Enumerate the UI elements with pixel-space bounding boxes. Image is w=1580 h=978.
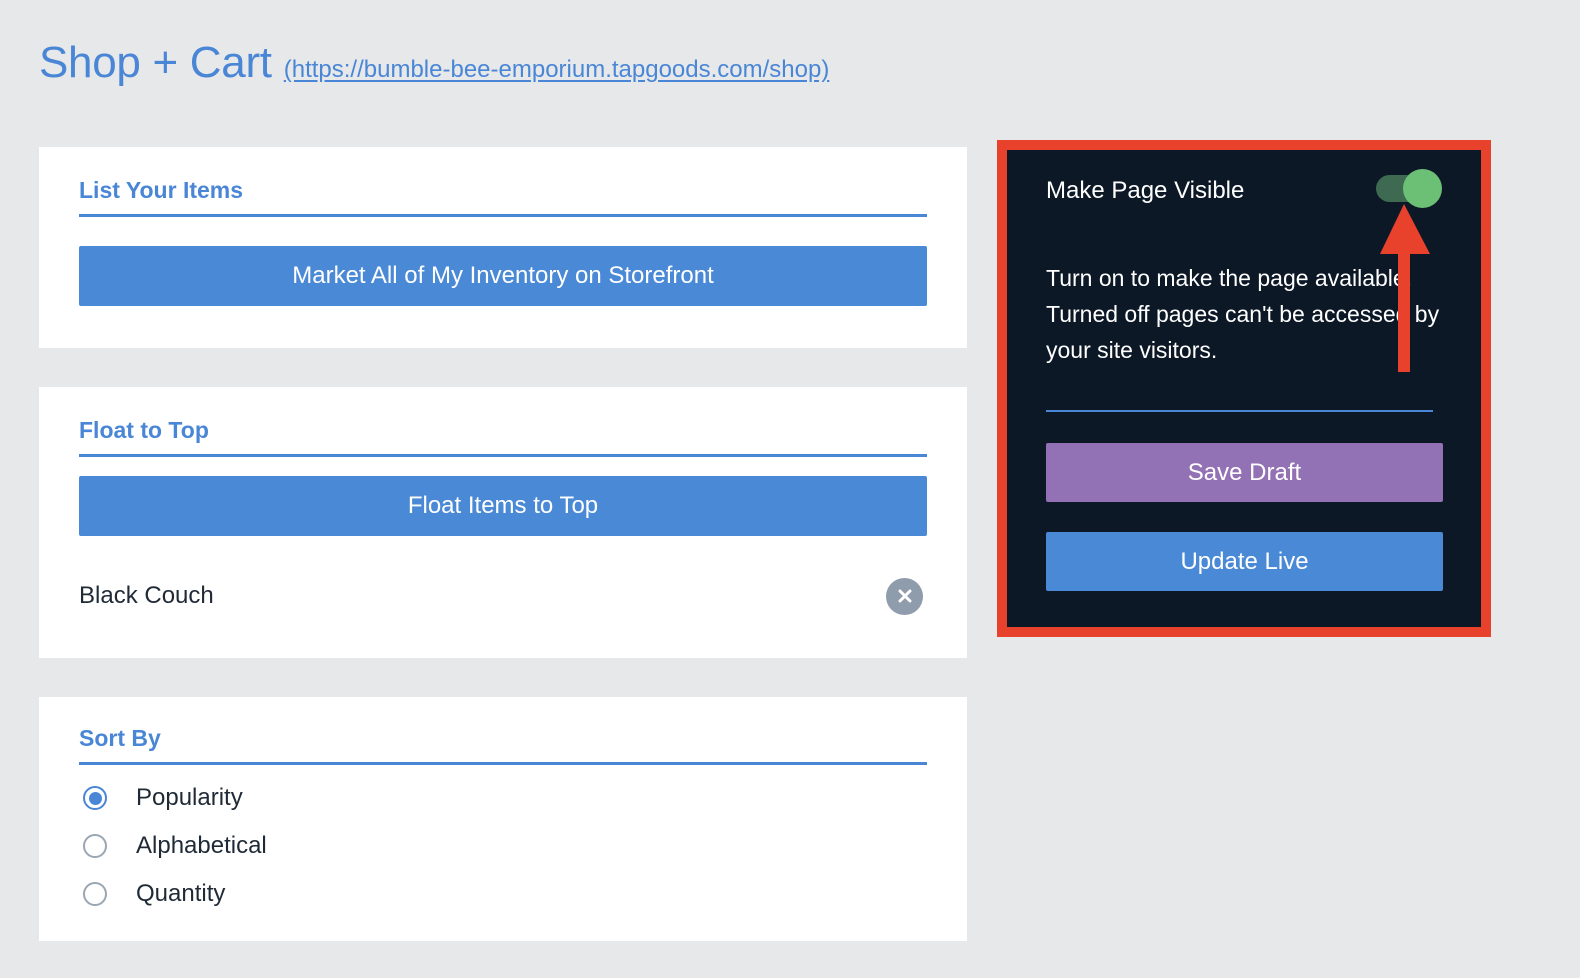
radio-checked-icon[interactable] [83, 786, 107, 810]
arrow-up-icon [1380, 204, 1430, 372]
sort-option-label: Quantity [136, 880, 226, 907]
list-items-card: List Your Items Market All of My Invento… [39, 147, 967, 348]
sort-by-card: Sort By Popularity Alphabetical Quantity [39, 697, 967, 941]
float-item-name: Black Couch [79, 582, 214, 609]
update-live-button[interactable]: Update Live [1046, 532, 1443, 591]
sort-option-alphabetical[interactable]: Alphabetical [79, 822, 927, 870]
float-to-top-card: Float to Top Float Items to Top Black Co… [39, 387, 967, 658]
radio-unchecked-icon[interactable] [83, 882, 107, 906]
sort-option-label: Alphabetical [136, 832, 267, 859]
sort-by-heading: Sort By [79, 697, 927, 765]
radio-unchecked-icon[interactable] [83, 834, 107, 858]
toggle-knob [1403, 169, 1442, 208]
float-to-top-heading: Float to Top [79, 387, 927, 457]
radio-dot [88, 791, 102, 805]
make-page-visible-label: Make Page Visible [1046, 177, 1245, 204]
sort-option-label: Popularity [136, 784, 243, 811]
page-header: Shop + Cart (https://bumble-bee-emporium… [39, 38, 829, 88]
float-items-button[interactable]: Float Items to Top [79, 476, 927, 536]
market-inventory-button[interactable]: Market All of My Inventory on Storefront [79, 246, 927, 306]
sort-option-popularity[interactable]: Popularity [79, 774, 927, 822]
panel-divider [1046, 410, 1433, 412]
shop-url-link[interactable]: (https://bumble-bee-emporium.tapgoods.co… [284, 56, 830, 84]
remove-item-button[interactable] [886, 577, 923, 615]
visibility-toggle-row: Make Page Visible [1046, 169, 1446, 209]
list-items-heading: List Your Items [79, 147, 927, 217]
close-icon [898, 589, 911, 603]
save-draft-button[interactable]: Save Draft [1046, 443, 1443, 502]
float-item: Black Couch [79, 577, 927, 615]
visibility-toggle[interactable] [1376, 169, 1446, 209]
page-title: Shop + Cart [39, 38, 272, 87]
sort-options: Popularity Alphabetical Quantity [79, 774, 927, 918]
sort-option-quantity[interactable]: Quantity [79, 870, 927, 918]
